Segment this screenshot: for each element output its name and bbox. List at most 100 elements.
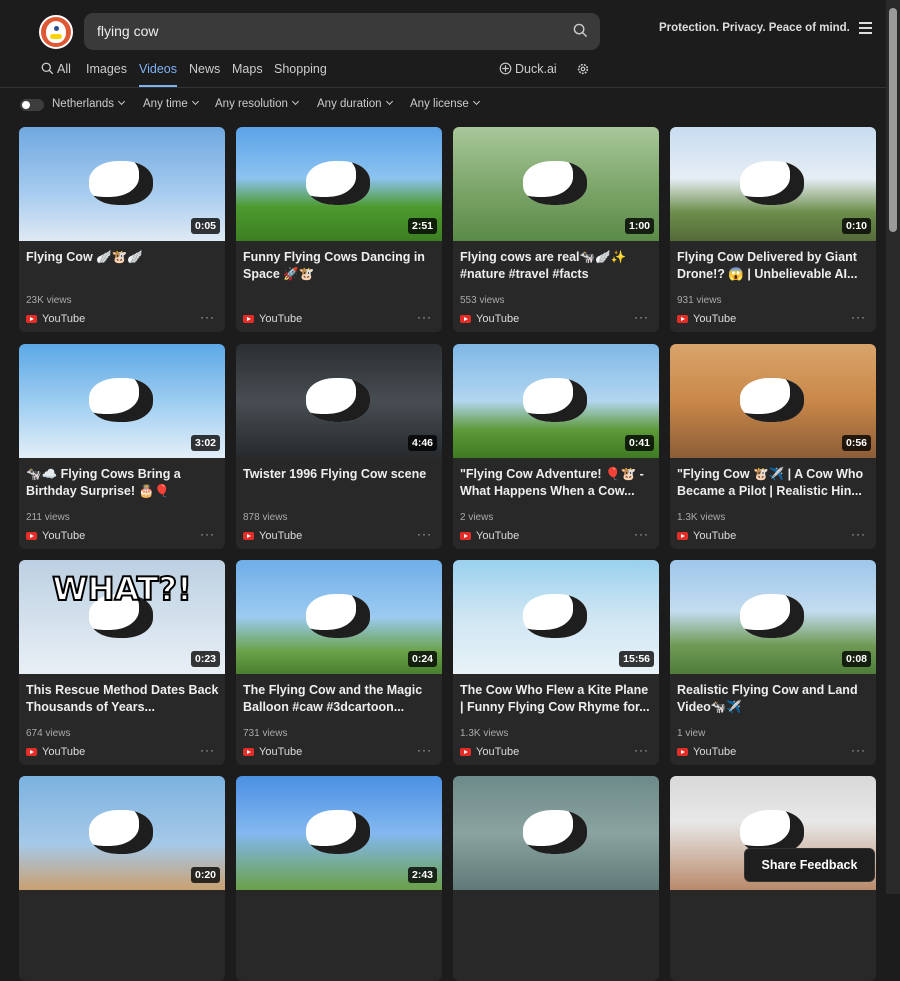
tab-shopping[interactable]: Shopping xyxy=(274,62,327,76)
region-filter[interactable]: Netherlands xyxy=(52,97,126,110)
video-card[interactable]: 0:10 Flying Cow Delivered by Giant Drone!… xyxy=(670,127,876,332)
youtube-icon xyxy=(677,748,688,756)
video-title[interactable]: Twister 1996 Flying Cow scene xyxy=(243,466,437,483)
source-label: YouTube xyxy=(476,746,520,758)
video-thumbnail[interactable]: 4:46 xyxy=(236,344,442,458)
video-card[interactable]: 15:56 The Cow Who Flew a Kite Plane | Fun… xyxy=(453,560,659,765)
video-card[interactable]: 3:02 🐄☁️ Flying Cows Bring a Birthday Sur… xyxy=(19,344,225,549)
source-label: YouTube xyxy=(259,530,303,542)
tab-duck-ai[interactable]: Duck.ai xyxy=(499,62,557,76)
video-title[interactable]: 🐄☁️ Flying Cows Bring a Birthday Surpris… xyxy=(26,466,220,500)
video-title[interactable]: The Flying Cow and the Magic Balloon #ca… xyxy=(243,682,437,716)
video-card[interactable]: 0:24 The Flying Cow and the Magic Balloon… xyxy=(236,560,442,765)
video-thumbnail[interactable]: 1:00 xyxy=(453,127,659,241)
video-thumbnail[interactable]: 0:56 xyxy=(670,344,876,458)
video-source: YouTube xyxy=(677,530,736,542)
more-options-icon[interactable]: ··· xyxy=(634,310,649,324)
video-title[interactable]: "Flying Cow 🐮✈️ | A Cow Who Became a Pil… xyxy=(677,466,871,500)
hamburger-menu-icon[interactable] xyxy=(859,22,872,34)
video-card[interactable]: 0:41 "Flying Cow Adventure! 🎈🐮 - What Hap… xyxy=(453,344,659,549)
cow-illustration xyxy=(740,161,804,205)
cow-illustration xyxy=(523,810,587,854)
video-duration: 15:56 xyxy=(619,651,654,667)
video-title[interactable]: Flying Cow 🪽🐮🪽 xyxy=(26,249,220,266)
video-thumbnail[interactable]: 3:02 xyxy=(19,344,225,458)
video-thumbnail[interactable]: WHAT?! 0:23 xyxy=(19,560,225,674)
video-title[interactable]: Flying cows are real🐄🪽✨ #nature #travel … xyxy=(460,249,654,283)
time-filter[interactable]: Any time xyxy=(143,97,199,110)
source-label: YouTube xyxy=(693,530,737,542)
video-title[interactable]: Funny Flying Cows Dancing in Space 🚀🐮 xyxy=(243,249,437,283)
video-duration: 2:43 xyxy=(407,867,437,883)
video-thumbnail[interactable] xyxy=(453,776,659,890)
video-card[interactable]: 0:08 Realistic Flying Cow and Land Video🐄… xyxy=(670,560,876,765)
video-title[interactable]: The Cow Who Flew a Kite Plane | Funny Fl… xyxy=(460,682,654,716)
cow-illustration xyxy=(523,378,587,422)
video-title[interactable]: This Rescue Method Dates Back Thousands … xyxy=(26,682,220,716)
duration-filter[interactable]: Any duration xyxy=(317,97,393,110)
video-card[interactable]: 2:51 Funny Flying Cows Dancing in Space 🚀… xyxy=(236,127,442,332)
more-options-icon[interactable]: ··· xyxy=(851,743,866,757)
source-label: YouTube xyxy=(42,746,86,758)
video-duration: 3:02 xyxy=(190,435,220,451)
video-card[interactable]: 0:20 xyxy=(19,776,225,981)
more-options-icon[interactable]: ··· xyxy=(851,527,866,541)
video-card[interactable]: 4:46 Twister 1996 Flying Cow scene 878 vie… xyxy=(236,344,442,549)
video-thumbnail[interactable]: 0:24 xyxy=(236,560,442,674)
tab-settings[interactable] xyxy=(576,62,590,79)
tagline: Protection. Privacy. Peace of mind. xyxy=(659,22,850,34)
share-feedback-button[interactable]: Share Feedback xyxy=(744,848,875,882)
more-options-icon[interactable]: ··· xyxy=(417,310,432,324)
video-title[interactable]: Realistic Flying Cow and Land Video🐄✈️ xyxy=(677,682,871,716)
more-options-icon[interactable]: ··· xyxy=(417,527,432,541)
video-card[interactable]: 0:05 Flying Cow 🪽🐮🪽 23K views YouTube ··· xyxy=(19,127,225,332)
search-icon[interactable] xyxy=(573,23,588,38)
tab-news[interactable]: News xyxy=(189,62,220,76)
source-label: YouTube xyxy=(476,313,520,325)
tab-images[interactable]: Images xyxy=(86,62,127,76)
more-options-icon[interactable]: ··· xyxy=(200,743,215,757)
more-options-icon[interactable]: ··· xyxy=(634,743,649,757)
video-thumbnail[interactable]: 0:05 xyxy=(19,127,225,241)
tab-videos[interactable]: Videos xyxy=(139,62,177,87)
video-title[interactable]: "Flying Cow Adventure! 🎈🐮 - What Happens… xyxy=(460,466,654,500)
video-duration: 0:10 xyxy=(841,218,871,234)
tab-maps[interactable]: Maps xyxy=(232,62,263,76)
video-thumbnail[interactable]: 15:56 xyxy=(453,560,659,674)
video-card[interactable]: WHAT?! 0:23 This Rescue Method Dates Back … xyxy=(19,560,225,765)
video-card[interactable]: 0:56 "Flying Cow 🐮✈️ | A Cow Who Became a… xyxy=(670,344,876,549)
video-card[interactable]: 1:00 Flying cows are real🐄🪽✨ #nature #tra… xyxy=(453,127,659,332)
region-toggle[interactable] xyxy=(20,99,44,111)
more-options-icon[interactable]: ··· xyxy=(851,310,866,324)
youtube-icon xyxy=(677,315,688,323)
resolution-filter[interactable]: Any resolution xyxy=(215,97,299,110)
cow-illustration xyxy=(740,594,804,638)
video-card[interactable]: 2:43 xyxy=(236,776,442,981)
video-title[interactable]: Flying Cow Delivered by Giant Drone!? 😱 … xyxy=(677,249,871,283)
search-bar[interactable]: flying cow xyxy=(84,13,600,50)
video-thumbnail[interactable]: 2:51 xyxy=(236,127,442,241)
video-card[interactable] xyxy=(453,776,659,981)
more-options-icon[interactable]: ··· xyxy=(200,310,215,324)
more-options-icon[interactable]: ··· xyxy=(634,527,649,541)
video-source: YouTube xyxy=(677,313,736,325)
video-thumbnail[interactable]: 0:41 xyxy=(453,344,659,458)
more-options-icon[interactable]: ··· xyxy=(200,527,215,541)
cow-illustration xyxy=(306,594,370,638)
duckduckgo-logo[interactable] xyxy=(39,15,73,49)
video-duration: 0:20 xyxy=(190,867,220,883)
chevron-down-icon xyxy=(117,97,126,106)
youtube-icon xyxy=(460,315,471,323)
video-thumbnail[interactable]: 0:20 xyxy=(19,776,225,890)
more-options-icon[interactable]: ··· xyxy=(417,743,432,757)
video-views: 731 views xyxy=(243,728,288,739)
search-input[interactable]: flying cow xyxy=(97,23,158,39)
tab-all[interactable]: All xyxy=(41,62,71,76)
search-icon xyxy=(41,62,54,75)
video-thumbnail[interactable]: 0:10 xyxy=(670,127,876,241)
scrollbar-thumb[interactable] xyxy=(889,8,897,232)
license-filter[interactable]: Any license xyxy=(410,97,480,110)
youtube-icon xyxy=(460,532,471,540)
video-thumbnail[interactable]: 0:08 xyxy=(670,560,876,674)
video-thumbnail[interactable]: 2:43 xyxy=(236,776,442,890)
